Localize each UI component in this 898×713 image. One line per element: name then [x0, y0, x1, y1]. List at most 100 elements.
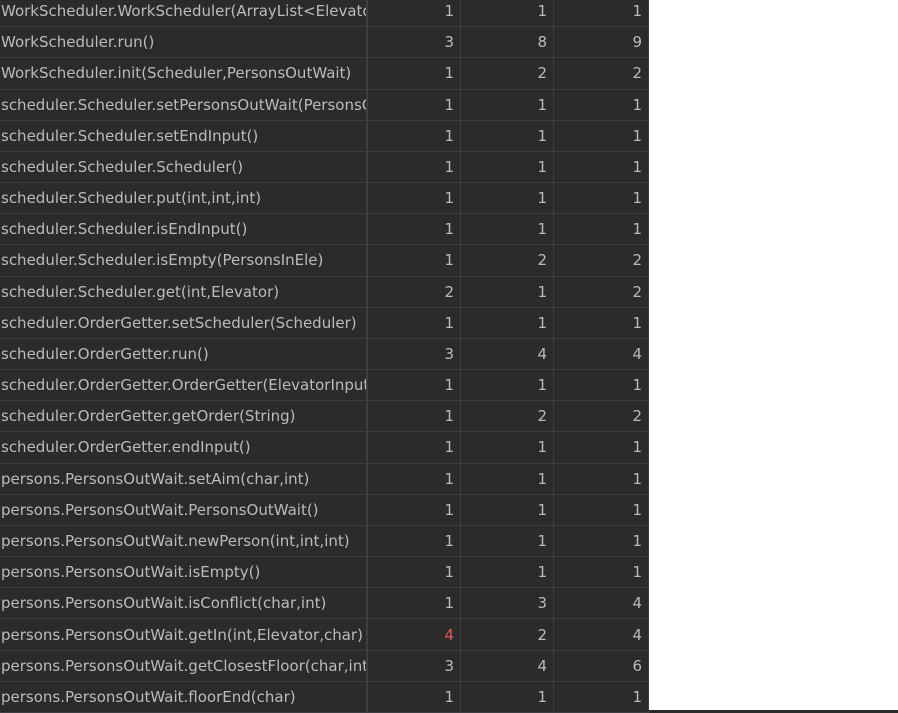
metric-a-cell: 3 [368, 650, 461, 681]
method-name-cell: scheduler.Scheduler.setEndInput() [0, 120, 368, 151]
table-row[interactable]: WorkScheduler.run() 3 8 9 [0, 27, 649, 59]
table-row[interactable]: scheduler.Scheduler.isEmpty(PersonsInEle… [0, 245, 649, 277]
table-row[interactable]: WorkScheduler.WorkScheduler(ArrayList<El… [0, 0, 649, 28]
method-name-cell: scheduler.Scheduler.Scheduler() [0, 151, 368, 183]
method-name-cell: persons.PersonsOutWait.getClosestFloor(c… [0, 650, 368, 681]
metric-c-cell: 1 [554, 463, 649, 494]
metric-c-cell: 1 [554, 494, 649, 525]
table-row[interactable]: scheduler.Scheduler.get(int,Elevator) 2 1 2 [0, 276, 649, 308]
blank-area [649, 0, 898, 710]
metric-b-cell: 1 [461, 307, 554, 338]
metric-b-cell: 1 [461, 557, 554, 588]
metric-a-cell: 4 [368, 619, 461, 650]
table-row[interactable]: scheduler.Scheduler.setPersonsOutWait(Pe… [0, 89, 649, 121]
method-name-cell: WorkScheduler.init(Scheduler,PersonsOutW… [0, 58, 368, 89]
metric-b-cell: 1 [461, 432, 554, 463]
metric-b-cell: 2 [461, 58, 554, 89]
metric-a-cell: 1 [368, 588, 461, 619]
method-name-cell: scheduler.Scheduler.isEmpty(PersonsInEle… [0, 245, 368, 276]
table-row[interactable]: scheduler.OrderGetter.setScheduler(Sched… [0, 307, 649, 339]
metric-b-cell: 1 [461, 463, 554, 494]
metric-a-cell: 1 [368, 183, 461, 214]
method-name-cell: persons.PersonsOutWait.PersonsOutWait() [0, 494, 368, 525]
method-name-cell: persons.PersonsOutWait.isConflict(char,i… [0, 588, 368, 619]
method-name-cell: scheduler.Scheduler.put(int,int,int) [0, 183, 368, 214]
metric-c-cell: 1 [554, 120, 649, 151]
metric-c-cell: 2 [554, 401, 649, 432]
table-row[interactable]: scheduler.OrderGetter.endInput() 1 1 1 [0, 432, 649, 464]
table-row[interactable]: scheduler.OrderGetter.getOrder(String) 1 2… [0, 401, 649, 433]
metric-c-cell: 1 [554, 432, 649, 463]
metric-b-cell: 1 [461, 214, 554, 245]
table-row[interactable]: scheduler.Scheduler.setEndInput() 1 1 1 [0, 120, 649, 152]
table-row[interactable]: WorkScheduler.init(Scheduler,PersonsOutW… [0, 58, 649, 90]
metric-c-cell: 1 [554, 151, 649, 183]
metric-b-cell: 1 [461, 0, 554, 27]
metric-c-cell: 2 [554, 58, 649, 89]
table-row[interactable]: scheduler.Scheduler.Scheduler() 1 1 1 [0, 151, 649, 184]
table-row[interactable]: scheduler.Scheduler.put(int,int,int) 1 1 1 [0, 183, 649, 215]
metric-b-cell: 8 [461, 27, 554, 58]
metric-a-cell: 1 [368, 214, 461, 245]
metric-a-cell: 1 [368, 151, 461, 183]
table-row[interactable]: persons.PersonsOutWait.floorEnd(char) 1 1 1 [0, 681, 649, 713]
table-row[interactable]: persons.PersonsOutWait.newPerson(int,int… [0, 525, 649, 558]
metric-b-cell: 1 [461, 276, 554, 307]
metric-c-cell: 1 [554, 307, 649, 338]
table-row[interactable]: persons.PersonsOutWait.PersonsOutWait() 1… [0, 494, 649, 526]
metric-a-cell: 1 [368, 370, 461, 401]
metric-c-cell: 4 [554, 588, 649, 619]
method-name-cell: persons.PersonsOutWait.newPerson(int,int… [0, 525, 368, 557]
metric-c-cell: 2 [554, 276, 649, 307]
metric-b-cell: 2 [461, 619, 554, 650]
metric-b-cell: 1 [461, 89, 554, 120]
method-name-cell: WorkScheduler.WorkScheduler(ArrayList<El… [0, 0, 368, 27]
metric-a-cell: 3 [368, 27, 461, 58]
metric-b-cell: 1 [461, 151, 554, 183]
table-row[interactable]: scheduler.OrderGetter.OrderGetter(Elevat… [0, 370, 649, 402]
method-name-cell: persons.PersonsOutWait.getIn(int,Elevato… [0, 619, 368, 650]
metric-b-cell: 1 [461, 183, 554, 214]
method-name-cell: scheduler.OrderGetter.OrderGetter(Elevat… [0, 370, 368, 401]
metric-c-cell: 4 [554, 338, 649, 370]
metric-b-cell: 1 [461, 525, 554, 557]
metric-b-cell: 2 [461, 245, 554, 276]
table-row[interactable]: persons.PersonsOutWait.isEmpty() 1 1 1 [0, 557, 649, 589]
method-name-cell: scheduler.OrderGetter.getOrder(String) [0, 401, 368, 432]
metric-c-cell: 1 [554, 370, 649, 401]
metric-a-cell: 1 [368, 89, 461, 120]
method-name-cell: persons.PersonsOutWait.floorEnd(char) [0, 681, 368, 712]
table-row[interactable]: persons.PersonsOutWait.getIn(int,Elevato… [0, 619, 649, 651]
table-row[interactable]: persons.PersonsOutWait.setAim(char,int) 1… [0, 463, 649, 495]
metric-a-cell: 1 [368, 120, 461, 151]
metric-c-cell: 9 [554, 27, 649, 58]
method-name-cell: scheduler.Scheduler.get(int,Elevator) [0, 276, 368, 307]
method-name-cell: scheduler.OrderGetter.run() [0, 338, 368, 370]
table-row[interactable]: persons.PersonsOutWait.getClosestFloor(c… [0, 650, 649, 682]
metric-b-cell: 4 [461, 338, 554, 370]
metric-c-cell: 1 [554, 681, 649, 712]
metric-c-cell: 1 [554, 89, 649, 120]
metric-c-cell: 4 [554, 619, 649, 650]
table-row[interactable]: scheduler.Scheduler.isEndInput() 1 1 1 [0, 214, 649, 246]
metric-b-cell: 1 [461, 494, 554, 525]
metric-a-cell: 1 [368, 525, 461, 557]
metric-b-cell: 1 [461, 370, 554, 401]
metric-a-cell: 1 [368, 307, 461, 338]
metric-b-cell: 1 [461, 120, 554, 151]
method-name-cell: persons.PersonsOutWait.setAim(char,int) [0, 463, 368, 494]
method-name-cell: scheduler.OrderGetter.setScheduler(Sched… [0, 307, 368, 338]
metric-b-cell: 2 [461, 401, 554, 432]
table-row[interactable]: persons.PersonsOutWait.isConflict(char,i… [0, 588, 649, 620]
metric-a-cell: 1 [368, 432, 461, 463]
metric-b-cell: 1 [461, 681, 554, 712]
metric-a-cell: 1 [368, 557, 461, 588]
metric-a-cell: 1 [368, 58, 461, 89]
metric-a-cell: 2 [368, 276, 461, 307]
method-name-cell: scheduler.OrderGetter.endInput() [0, 432, 368, 463]
method-name-cell: scheduler.Scheduler.setPersonsOutWait(Pe… [0, 89, 368, 120]
metric-b-cell: 4 [461, 650, 554, 681]
table-row[interactable]: scheduler.OrderGetter.run() 3 4 4 [0, 338, 649, 371]
metric-c-cell: 1 [554, 183, 649, 214]
metric-b-cell: 3 [461, 588, 554, 619]
